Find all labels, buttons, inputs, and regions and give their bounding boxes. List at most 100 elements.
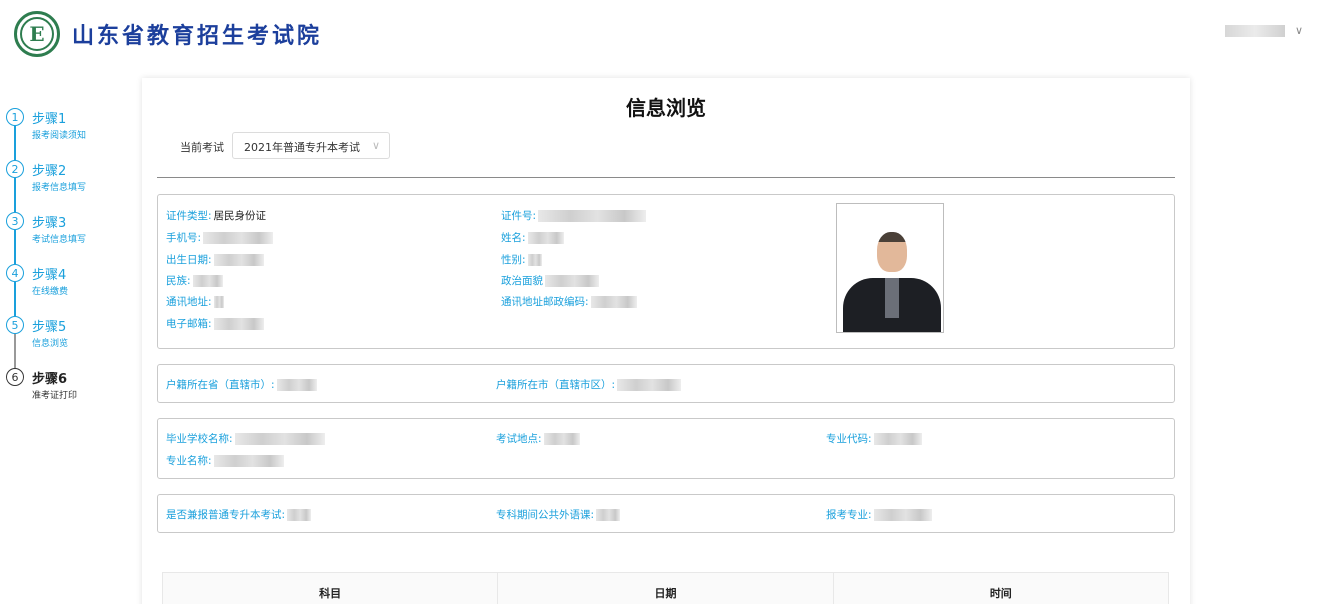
also-apply-label: 是否兼报普通专升本考试:: [166, 509, 286, 521]
phone-blurred: [203, 231, 274, 244]
step-connector: [14, 282, 16, 316]
step-4[interactable]: 4 步骤4 在线缴费: [6, 262, 126, 316]
major-code-blurred: [873, 432, 922, 445]
address-field: 通讯地址:: [166, 294, 224, 309]
name-field: 姓名:: [501, 230, 564, 245]
step-desc: 报考信息填写: [32, 183, 87, 193]
political-blurred: [545, 274, 599, 287]
household-province-blurred: [276, 378, 317, 391]
step-desc: 在线缴费: [32, 287, 69, 297]
step-number: 3: [6, 212, 24, 230]
column-header-date: 日期: [498, 573, 834, 604]
postcode-label: 通讯地址邮政编码:: [501, 296, 589, 308]
address-label: 通讯地址:: [166, 296, 212, 308]
photo-head: [877, 232, 907, 272]
household-box: 户籍所在省（直辖市）: 户籍所在市（直辖市区）:: [157, 364, 1175, 403]
major-name-blurred: [213, 454, 284, 467]
step-desc: 信息浏览: [32, 339, 69, 349]
id-number-label: 证件号:: [501, 210, 537, 222]
email-label: 电子邮箱:: [166, 318, 212, 330]
political-field: 政治面貌: [501, 273, 599, 288]
major-code-label: 专业代码:: [826, 433, 872, 445]
applicant-photo: [836, 203, 944, 333]
gender-blurred: [527, 253, 542, 266]
exam-place-field: 考试地点:: [496, 431, 580, 446]
user-name-blurred: [1224, 24, 1285, 37]
also-apply-blurred: [287, 508, 312, 521]
step-title: 步骤6: [32, 372, 68, 387]
step-number: 5: [6, 316, 24, 334]
ethnic-label: 民族:: [166, 275, 191, 287]
school-name-label: 毕业学校名称:: [166, 433, 233, 445]
foreign-lang-blurred: [596, 508, 621, 521]
phone-label: 手机号:: [166, 232, 202, 244]
apply-major-blurred: [873, 508, 932, 521]
user-menu[interactable]: ∨: [1224, 24, 1303, 37]
step-1[interactable]: 1 步骤1 报考阅读须知: [6, 106, 126, 160]
school-name-blurred: [234, 432, 325, 445]
email-field: 电子邮箱:: [166, 316, 264, 331]
exam-label: 当前考试: [180, 141, 224, 154]
name-blurred: [527, 231, 564, 244]
step-title: 步骤4: [32, 268, 67, 283]
site-logo: E: [14, 11, 60, 57]
exam-select[interactable]: 2021年普通专升本考试 ∨: [232, 132, 390, 159]
ethnic-field: 民族:: [166, 273, 223, 288]
step-connector: [14, 230, 16, 264]
foreign-lang-label: 专科期间公共外语课:: [496, 509, 595, 521]
household-city-blurred: [617, 378, 682, 391]
step-desc: 准考证打印: [32, 391, 78, 401]
step-number: 4: [6, 264, 24, 282]
gender-field: 性别:: [501, 252, 542, 267]
step-connector: [14, 178, 16, 212]
id-number-field: 证件号:: [501, 208, 647, 223]
id-type-field: 证件类型: 居民身份证: [166, 208, 266, 223]
column-header-time: 时间: [989, 587, 1012, 600]
info-panel: 信息浏览 当前考试 2021年普通专升本考试 ∨ 证件类型: 居民身份证 证件号…: [142, 78, 1190, 604]
exam-select-value: 2021年普通专升本考试: [244, 141, 360, 154]
logo-letter: E: [20, 17, 54, 51]
household-city-field: 户籍所在市（直辖市区）:: [496, 377, 682, 392]
exam-place-label: 考试地点:: [496, 433, 542, 445]
step-connector: [14, 334, 16, 368]
chevron-down-icon: ∨: [371, 139, 380, 152]
personal-info-box: 证件类型: 居民身份证 证件号: 手机号: 姓名: 出生日期: 性别: 民族:: [157, 194, 1175, 349]
email-blurred: [213, 317, 264, 330]
major-name-field: 专业名称:: [166, 453, 284, 468]
step-number: 1: [6, 108, 24, 126]
household-province-field: 户籍所在省（直辖市）:: [166, 377, 317, 392]
foreign-lang-field: 专科期间公共外语课:: [496, 507, 621, 522]
step-desc: 考试信息填写: [32, 235, 87, 245]
step-title: 步骤1: [32, 112, 67, 127]
id-type-label: 证件类型:: [166, 210, 212, 222]
extra-info-box: 是否兼报普通专升本考试: 专科期间公共外语课: 报考专业:: [157, 494, 1175, 533]
column-header-subject: 科目: [163, 573, 499, 604]
chevron-down-icon: ∨: [1294, 24, 1303, 37]
step-title: 步骤5: [32, 320, 67, 335]
exam-place-blurred: [543, 432, 580, 445]
step-2[interactable]: 2 步骤2 报考信息填写: [6, 158, 126, 212]
step-number: 6: [6, 368, 24, 386]
step-title: 步骤2: [32, 164, 67, 179]
step-6[interactable]: 6 步骤6 准考证打印: [6, 366, 126, 418]
postcode-field: 通讯地址邮政编码:: [501, 294, 637, 309]
apply-major-field: 报考专业:: [826, 507, 932, 522]
step-sidebar: 1 步骤1 报考阅读须知 2 步骤2 报考信息填写 3 步骤3 考试信息填写 4…: [6, 106, 126, 418]
school-box: 毕业学校名称: 考试地点: 专业代码: 专业名称:: [157, 418, 1175, 479]
address-blurred: [213, 295, 224, 308]
page-header: E 山东省教育招生考试院 ∨: [0, 0, 1323, 66]
page-title: 信息浏览: [626, 96, 706, 120]
id-type-value: 居民身份证: [213, 210, 267, 222]
birth-field: 出生日期:: [166, 252, 264, 267]
household-city-label: 户籍所在市（直辖市区）:: [496, 379, 616, 391]
political-label: 政治面貌: [501, 275, 543, 287]
name-label: 姓名:: [501, 232, 526, 244]
step-3[interactable]: 3 步骤3 考试信息填写: [6, 210, 126, 264]
also-apply-field: 是否兼报普通专升本考试:: [166, 507, 312, 522]
phone-field: 手机号:: [166, 230, 274, 245]
step-desc: 报考阅读须知: [32, 131, 87, 141]
birth-blurred: [213, 253, 264, 266]
id-number-blurred: [538, 209, 647, 222]
step-5[interactable]: 5 步骤5 信息浏览: [6, 314, 126, 368]
ethnic-blurred: [192, 274, 223, 287]
